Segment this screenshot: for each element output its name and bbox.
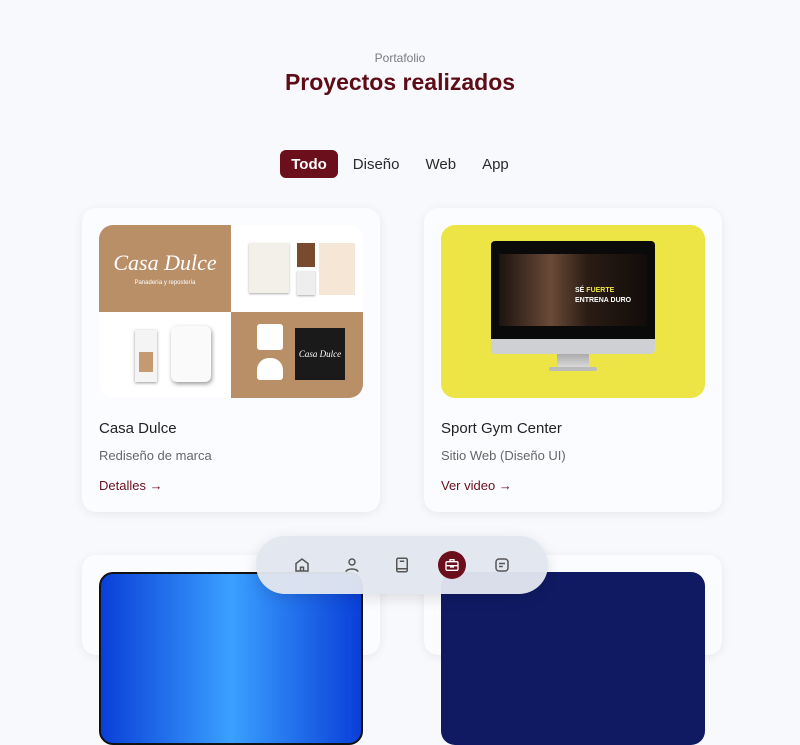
project-image: Casa Dulce Panadería y repostería Casa D… [99, 225, 363, 398]
nav-contact[interactable] [488, 551, 516, 579]
hero-line1: SÉ [575, 287, 585, 294]
tote-logo: Casa Dulce [295, 327, 345, 380]
nav-portfolio[interactable] [438, 551, 466, 579]
project-card: Casa Dulce Panadería y repostería Casa D… [82, 208, 380, 512]
hero-highlight: FUERTE [586, 287, 615, 294]
bottom-nav [256, 536, 548, 594]
details-link[interactable]: Detalles → [99, 478, 163, 493]
video-link[interactable]: Ver video → [441, 478, 512, 493]
nav-home[interactable] [288, 551, 316, 579]
project-title: Sport Gym Center [441, 420, 562, 437]
brand-logo: Casa Dulce [113, 250, 217, 276]
book-icon [396, 557, 408, 573]
section-subtitle: Portafolio [374, 51, 426, 65]
tab-app[interactable]: App [471, 150, 520, 178]
hero-line2: ENTRENA DURO [575, 297, 632, 304]
project-image [99, 572, 363, 745]
project-title: Casa Dulce [99, 420, 177, 437]
project-subtitle: Sitio Web (Diseño UI) [441, 448, 566, 463]
home-icon [295, 558, 309, 572]
project-card: SÉ FUERTE ENTRENA DURO Sport Gym Center … [424, 208, 722, 512]
project-subtitle: Rediseño de marca [99, 448, 212, 463]
project-image [441, 572, 705, 745]
briefcase-icon [445, 559, 459, 571]
page-title: Proyectos realizados [284, 69, 516, 95]
tab-diseno[interactable]: Diseño [342, 150, 411, 178]
user-icon [345, 558, 359, 573]
tab-web[interactable]: Web [414, 150, 467, 178]
nav-about[interactable] [338, 551, 366, 579]
project-image: SÉ FUERTE ENTRENA DURO [441, 225, 705, 398]
brand-tagline: Panadería y repostería [134, 280, 196, 287]
filter-tabs: Todo Diseño Web App [0, 150, 800, 178]
message-icon [495, 558, 509, 572]
tab-todo[interactable]: Todo [280, 150, 338, 178]
nav-resume[interactable] [388, 551, 416, 579]
